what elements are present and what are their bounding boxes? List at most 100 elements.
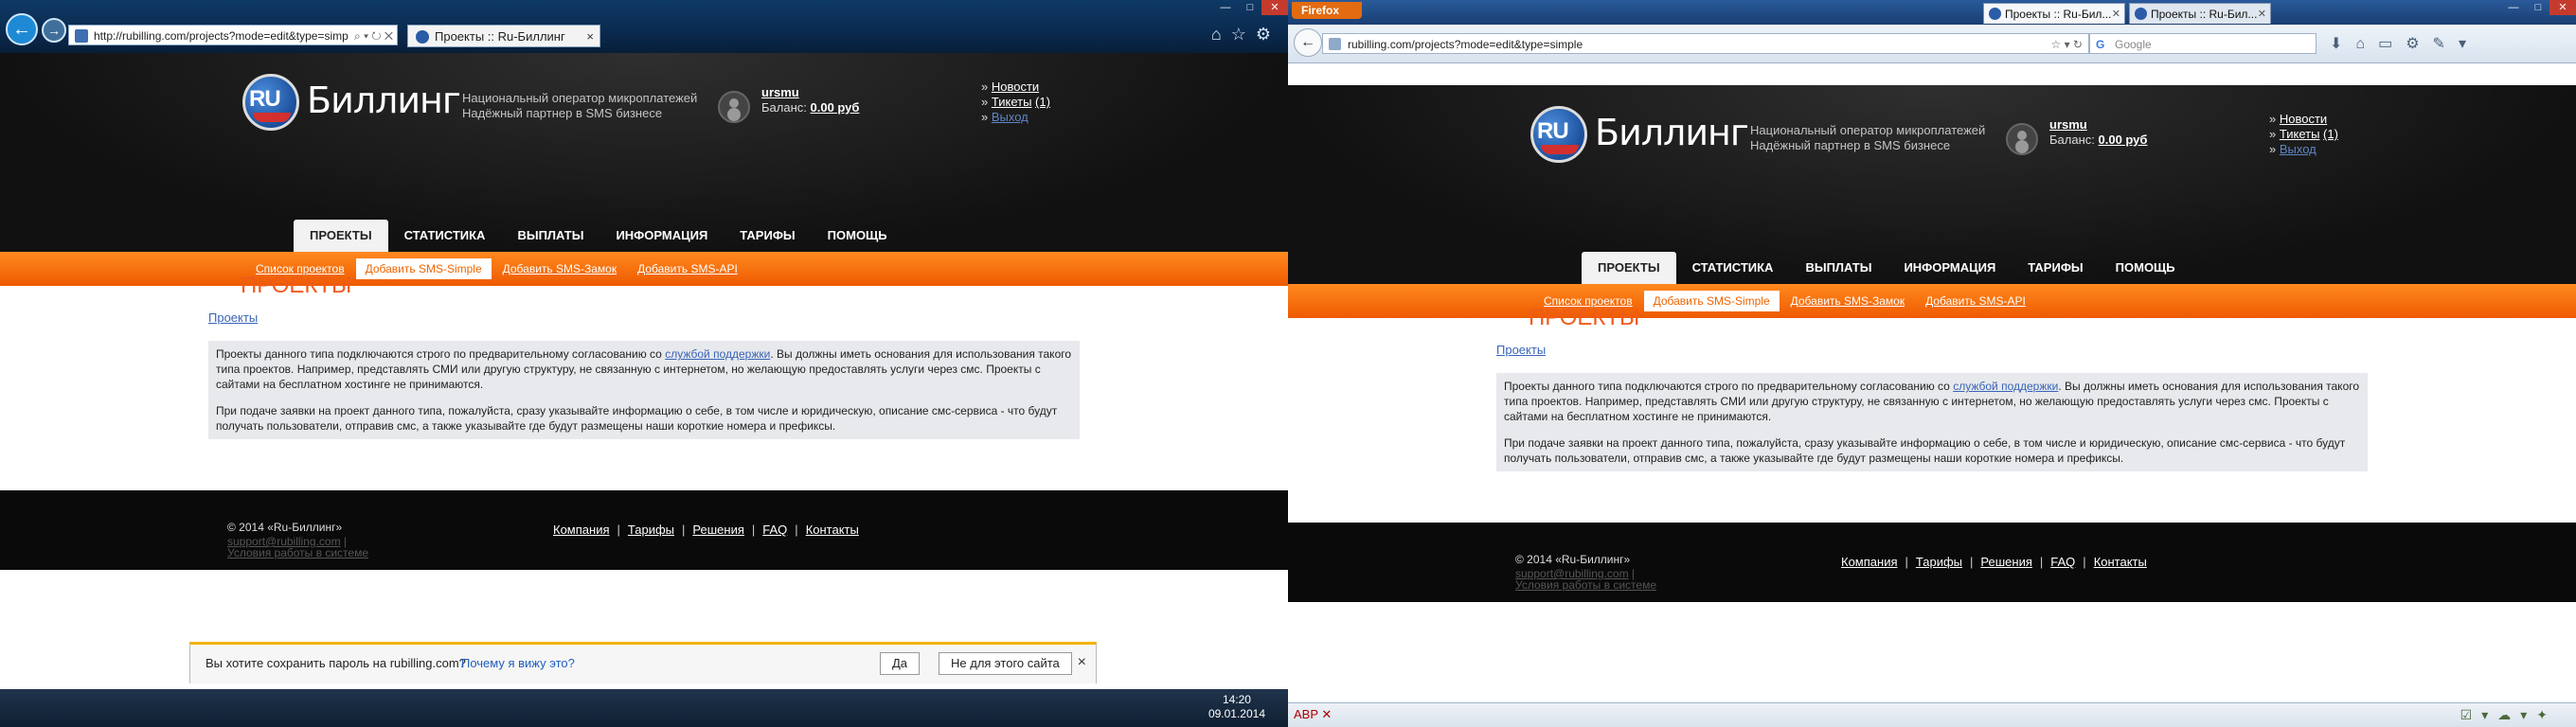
footer-company-link[interactable]: Компания bbox=[1841, 555, 1898, 569]
ie-home-favorites-tools-icons[interactable]: ⌂☆⚙ bbox=[1211, 25, 1280, 44]
tab-title: Проекты :: Ru-Биллинг bbox=[435, 29, 565, 44]
forward-icon[interactable]: → bbox=[42, 18, 66, 43]
brand-name: Биллинг bbox=[307, 80, 461, 121]
balance-value[interactable]: 0.00 руб bbox=[2099, 133, 2148, 147]
nav-payouts[interactable]: ВЫПЛАТЫ bbox=[1789, 252, 1887, 284]
toolbar-icons[interactable]: ⬇⌂▭⚙✎▾ bbox=[2330, 34, 2479, 53]
footer-solutions-link[interactable]: Решения bbox=[692, 523, 743, 537]
news-link[interactable]: Новости bbox=[2280, 112, 2327, 126]
user-avatar-icon bbox=[2006, 123, 2038, 155]
footer-contacts-link[interactable]: Контакты bbox=[2094, 555, 2147, 569]
search-refresh-icons[interactable]: ⌕ ▾ ↻ ✕ bbox=[354, 26, 393, 44]
address-bar[interactable]: rubilling.com/projects?mode=edit&type=si… bbox=[1322, 33, 2089, 54]
nav-projects[interactable]: ПРОЕКТЫ bbox=[1582, 252, 1676, 284]
back-icon[interactable]: ← bbox=[6, 13, 38, 45]
nav-statistics[interactable]: СТАТИСТИКА bbox=[1676, 252, 1790, 284]
copyright: © 2014 «Ru-Биллинг» bbox=[1515, 553, 1631, 566]
username-link[interactable]: ursmu bbox=[761, 85, 799, 99]
firefox-tab-2[interactable]: Проекты :: Ru-Бил... ✕ bbox=[2129, 3, 2271, 24]
nav-statistics[interactable]: СТАТИСТИКА bbox=[388, 220, 502, 252]
breadcrumb[interactable]: Проекты bbox=[208, 310, 258, 325]
tab-close-icon[interactable]: ✕ bbox=[2112, 4, 2120, 24]
footer-tariffs-link[interactable]: Тарифы bbox=[628, 523, 674, 537]
page-title: ПРОЕКТЫ bbox=[241, 273, 352, 298]
browser-tab[interactable]: Проекты :: Ru-Биллинг × bbox=[407, 25, 600, 47]
balance: Баланс: 0.00 руб bbox=[2049, 133, 2148, 147]
footer-solutions-link[interactable]: Решения bbox=[1980, 555, 2031, 569]
save-password-question: Вы хотите сохранить пароль на rubilling.… bbox=[206, 656, 466, 670]
tagline: Национальный оператор микроплатежей Надёж… bbox=[462, 91, 698, 120]
footer-faq-link[interactable]: FAQ bbox=[2050, 555, 2075, 569]
nav-information[interactable]: ИНФОРМАЦИЯ bbox=[1887, 252, 2012, 284]
subnav-add-sms-api[interactable]: Добавить SMS-API bbox=[628, 258, 747, 279]
page-title: ПРОЕКТЫ bbox=[1529, 305, 1640, 330]
tickets-count[interactable]: (1) bbox=[1035, 95, 1050, 109]
subnav-add-sms-api[interactable]: Добавить SMS-API bbox=[1916, 291, 2035, 311]
close-window-button[interactable]: ✕ bbox=[1261, 0, 1288, 15]
tab-favicon-icon bbox=[416, 30, 429, 44]
system-clock[interactable]: 14:20 09.01.2014 bbox=[1208, 693, 1265, 721]
firefox-navbar: ← rubilling.com/projects?mode=edit&type=… bbox=[1288, 25, 2576, 63]
save-password-yes-button[interactable]: Да bbox=[880, 652, 921, 675]
addon-icons-right[interactable]: ☑▾☁▾✦ bbox=[2460, 707, 2557, 723]
tickets-count[interactable]: (1) bbox=[2323, 127, 2338, 141]
minimize-button[interactable]: — bbox=[1212, 0, 1239, 15]
firefox-tab-1[interactable]: Проекты :: Ru-Бил... ✕ bbox=[1983, 3, 2125, 24]
nav-help[interactable]: ПОМОЩЬ bbox=[812, 220, 903, 252]
firefox-menu-button[interactable]: Firefox bbox=[1292, 2, 1362, 19]
subnav-add-sms-simple[interactable]: Добавить SMS-Simple bbox=[1643, 291, 1780, 311]
site-footer: © 2014 «Ru-Биллинг» support@rubilling.co… bbox=[1288, 523, 2576, 602]
user-avatar-icon bbox=[718, 91, 750, 123]
footer-contacts-link[interactable]: Контакты bbox=[806, 523, 859, 537]
support-link[interactable]: службой поддержки bbox=[1953, 380, 2058, 393]
rubilling-logo[interactable]: RU bbox=[242, 74, 299, 131]
logout-link[interactable]: Выход bbox=[2280, 142, 2317, 156]
nav-help[interactable]: ПОМОЩЬ bbox=[2100, 252, 2191, 284]
tickets-link[interactable]: Тикеты bbox=[992, 95, 1032, 109]
rubilling-logo[interactable]: RU bbox=[1530, 106, 1587, 163]
nav-payouts[interactable]: ВЫПЛАТЫ bbox=[501, 220, 599, 252]
breadcrumb[interactable]: Проекты bbox=[1496, 343, 1546, 357]
addon-icons-left[interactable]: ABP ✕ bbox=[1294, 707, 1332, 722]
subnav-add-sms-simple[interactable]: Добавить SMS-Simple bbox=[355, 258, 492, 279]
subnav-add-sms-lock[interactable]: Добавить SMS-Замок bbox=[1781, 291, 1914, 311]
terms-link[interactable]: Условия работы в системе bbox=[1515, 578, 1656, 592]
subnav-add-sms-lock[interactable]: Добавить SMS-Замок bbox=[493, 258, 626, 279]
balance-value[interactable]: 0.00 руб bbox=[811, 100, 860, 115]
close-icon[interactable]: × bbox=[1078, 654, 1086, 671]
save-password-never-button[interactable]: Не для этого сайта bbox=[939, 652, 1072, 675]
news-link[interactable]: Новости bbox=[992, 80, 1039, 94]
top-links: » Новости » Тикеты (1) » Выход bbox=[2269, 112, 2338, 156]
back-icon[interactable]: ← bbox=[1294, 28, 1322, 57]
maximize-button[interactable]: □ bbox=[2525, 0, 2551, 15]
sub-nav: Список проектов Добавить SMS-Simple Доба… bbox=[0, 252, 1288, 286]
bookmark-reload-icons[interactable]: ☆ ▾ ↻ bbox=[2050, 34, 2083, 55]
username-link[interactable]: ursmu bbox=[2049, 117, 2087, 132]
footer-company-link[interactable]: Компания bbox=[553, 523, 610, 537]
maximize-button[interactable]: □ bbox=[1237, 0, 1263, 15]
close-window-button[interactable]: ✕ bbox=[2549, 0, 2576, 15]
brand-name: Биллинг bbox=[1595, 112, 1749, 153]
address-bar[interactable]: http://rubilling.com/projects?mode=edit&… bbox=[68, 25, 398, 45]
why-link[interactable]: Почему я вижу это? bbox=[461, 656, 575, 670]
minimize-button[interactable]: — bbox=[2500, 0, 2527, 15]
nav-tariffs[interactable]: ТАРИФЫ bbox=[724, 220, 811, 252]
tab-close-icon[interactable]: × bbox=[586, 26, 594, 48]
nav-tariffs[interactable]: ТАРИФЫ bbox=[2012, 252, 2099, 284]
firefox-window: Firefox Проекты :: Ru-Бил... ✕ Проекты ::… bbox=[1288, 0, 2576, 727]
tab-close-icon[interactable]: ✕ bbox=[2258, 4, 2266, 24]
support-link[interactable]: службой поддержки bbox=[665, 347, 770, 361]
terms-link[interactable]: Условия работы в системе bbox=[227, 546, 368, 559]
search-input[interactable]: G Google bbox=[2089, 33, 2317, 54]
info-box: Проекты данного типа подключаются строго… bbox=[208, 341, 1080, 439]
nav-information[interactable]: ИНФОРМАЦИЯ bbox=[599, 220, 724, 252]
tickets-link[interactable]: Тикеты bbox=[2280, 127, 2320, 141]
footer-tariffs-link[interactable]: Тарифы bbox=[1916, 555, 1962, 569]
site-footer: © 2014 «Ru-Биллинг» support@rubilling.co… bbox=[0, 490, 1288, 570]
nav-projects[interactable]: ПРОЕКТЫ bbox=[294, 220, 388, 252]
copyright: © 2014 «Ru-Биллинг» bbox=[227, 521, 343, 534]
firefox-addon-bar: ABP ✕ ☑▾☁▾✦ bbox=[1288, 702, 2576, 727]
site-favicon-icon bbox=[1329, 38, 1341, 50]
logout-link[interactable]: Выход bbox=[992, 110, 1029, 124]
footer-faq-link[interactable]: FAQ bbox=[762, 523, 787, 537]
